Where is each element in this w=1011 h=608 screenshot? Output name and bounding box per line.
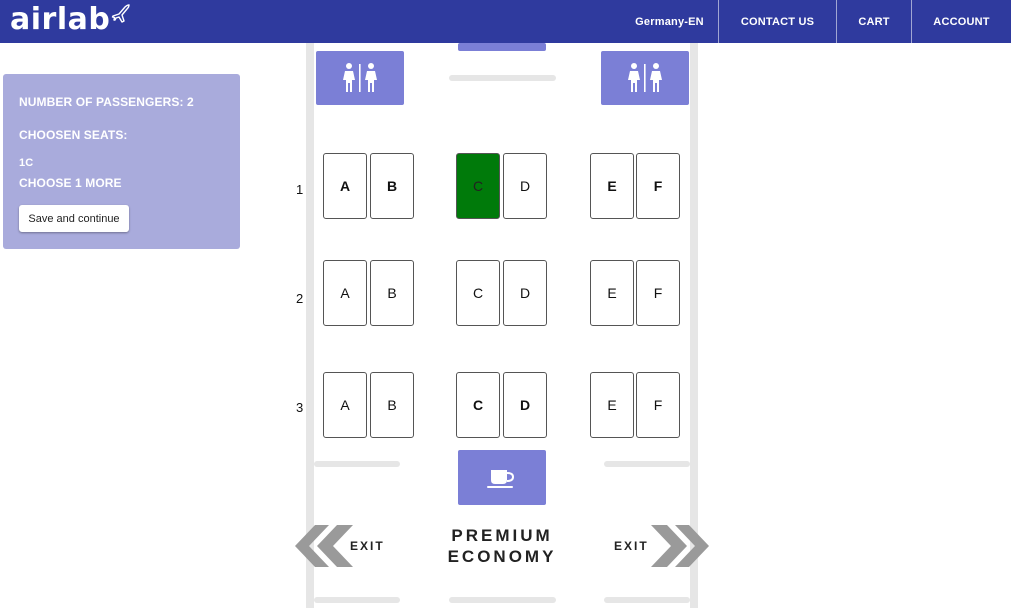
restroom-right [601,51,689,105]
save-and-continue-button[interactable]: Save and continue [19,205,129,232]
galley-coffee [458,450,546,505]
seat-3d[interactable]: D [503,372,547,438]
choose-more-text: CHOOSE 1 MORE [19,176,122,190]
cabin-class-label: PREMIUM ECONOMY [422,525,582,567]
nav-contact-us[interactable]: CONTACT US [718,0,836,43]
seat-3a[interactable]: A [323,372,367,438]
seat-2f[interactable]: F [636,260,680,326]
galley-block-top [458,43,546,51]
row-number: 2 [296,291,304,306]
exit-label-right: EXIT [614,539,649,553]
nav-cart[interactable]: CART [836,0,911,43]
seat-2d[interactable]: D [503,260,547,326]
row-number: 1 [296,182,304,197]
passenger-count: NUMBER OF PASSENGERS: 2 [19,95,194,109]
restroom-icon [628,63,662,92]
seat-1d[interactable]: D [503,153,547,219]
seat-2a[interactable]: A [323,260,367,326]
cabin-seat-map: 1 2 3 A B C D E F A B C D E F A B C D E … [295,43,709,608]
row-number: 3 [296,400,304,415]
nav-account[interactable]: ACCOUNT [911,0,1011,43]
restroom-icon [343,63,377,92]
seat-selection-panel: NUMBER OF PASSENGERS: 2 CHOOSEN SEATS: 1… [3,74,240,249]
seat-1a[interactable]: A [323,153,367,219]
seat-1f[interactable]: F [636,153,680,219]
seat-2b[interactable]: B [370,260,414,326]
language-selector[interactable]: Germany-EN [621,0,718,43]
coffee-cup-icon [487,469,515,488]
logo-text: airlab [10,1,111,37]
seat-3f[interactable]: F [636,372,680,438]
cabin-class-line1: PREMIUM [451,526,553,545]
exit-label-left: EXIT [350,539,385,553]
airplane-icon [111,4,130,23]
chosen-seat-value: 1C [19,157,34,169]
seat-2e[interactable]: E [590,260,634,326]
exit-chevron-right-icon [651,525,709,567]
cabin-class-line2: ECONOMY [447,547,557,566]
restroom-left [316,51,404,105]
top-header: airlab Germany-EN CONTACT US CART ACCOUN… [0,0,1011,43]
seat-3b[interactable]: B [370,372,414,438]
exit-chevron-left-icon [295,525,353,567]
seat-1c-selected[interactable]: C [456,153,500,219]
airlab-logo[interactable]: airlab [10,0,130,38]
main-nav: Germany-EN CONTACT US CART ACCOUNT [621,0,1011,43]
seat-1e[interactable]: E [590,153,634,219]
seat-3c[interactable]: C [456,372,500,438]
seat-2c[interactable]: C [456,260,500,326]
seat-1b[interactable]: B [370,153,414,219]
seat-3e[interactable]: E [590,372,634,438]
chosen-seats-label: CHOOSEN SEATS: [19,128,128,142]
